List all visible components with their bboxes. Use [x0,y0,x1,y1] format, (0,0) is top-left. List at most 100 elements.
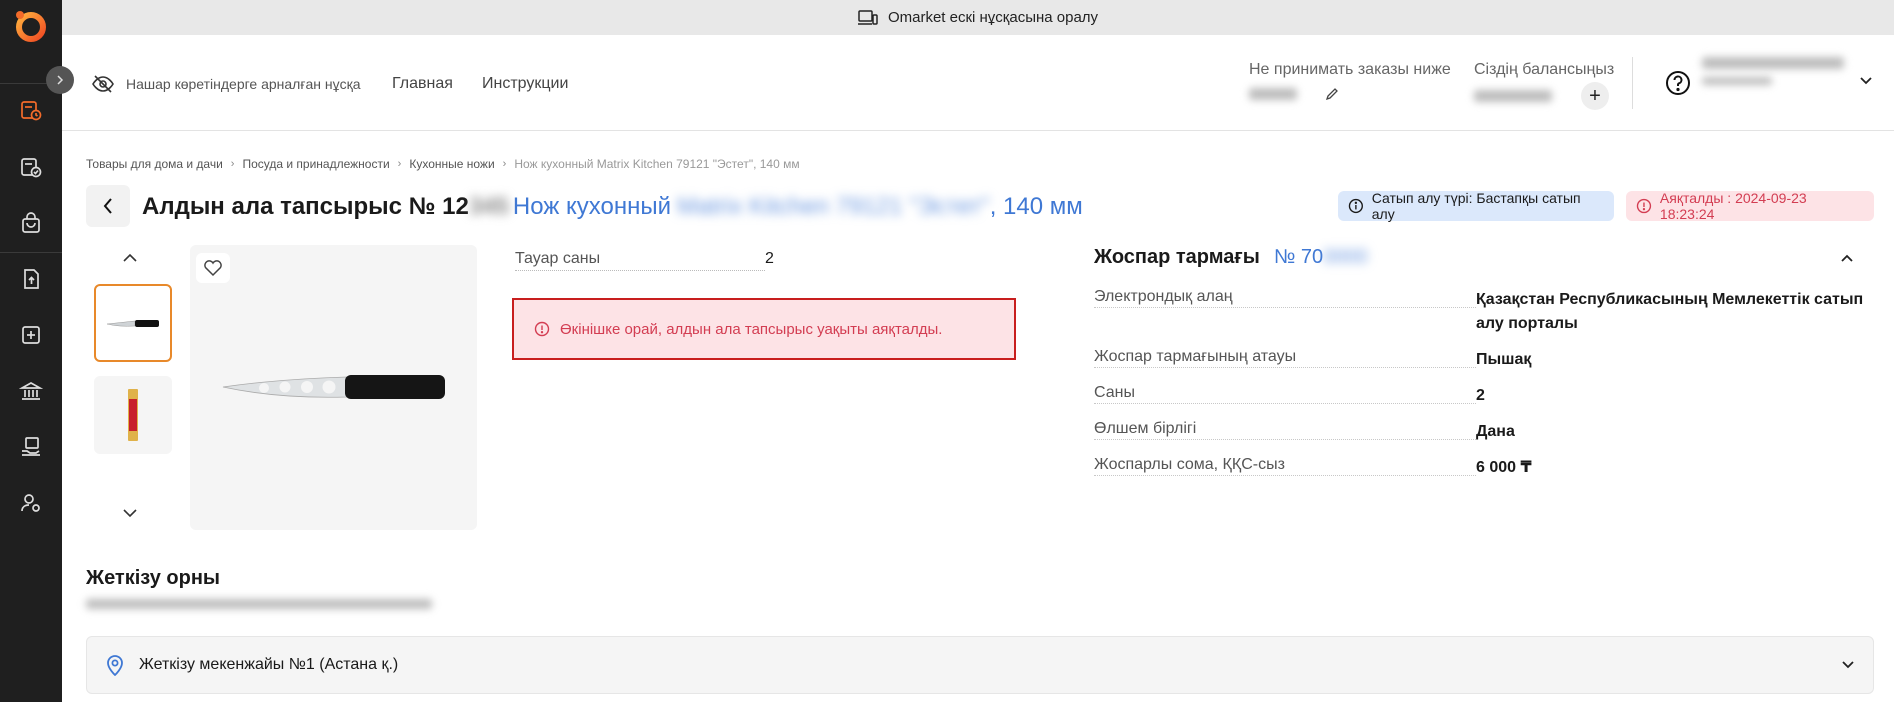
chevron-up-icon [123,253,137,262]
favorite-button[interactable] [196,253,230,283]
error-text: Өкінішке орай, алдын ала тапсырыс уақыты… [560,320,943,338]
plan-collapse-button[interactable] [1840,250,1854,268]
min-order-block: Не принимать заказы ниже [1249,61,1451,101]
sidebar-item-doc-upload[interactable] [17,265,45,293]
breadcrumb-separator-icon: › [397,158,402,170]
plan-row: Саны 2 [1094,384,1874,408]
bag-icon [22,212,40,233]
quantity-value: 2 [765,250,774,267]
sidebar-item-add[interactable] [17,321,45,349]
alert-icon [534,321,550,337]
info-icon [1348,198,1363,214]
sidebar-item-bag[interactable] [17,209,45,237]
plan-row: Өлшем бірлігі Дана [1094,420,1874,444]
eye-off-icon [92,75,114,93]
thumbnail-package[interactable] [94,376,172,454]
location-pin-icon [107,655,123,676]
breadcrumb-current: Нож кухонный Matrix Kitchen 79121 "Эстет… [514,157,800,171]
sidebar-item-delivery[interactable] [17,433,45,461]
accessibility-label[interactable]: Нашар көретіндерге арналған нұсқа [126,76,361,92]
plan-number-link[interactable]: № 700000 [1274,246,1368,269]
plan-section-title: Жоспар тармағы № 700000 [1094,246,1368,269]
orders-check-icon [21,158,42,178]
nav-link-home[interactable]: Главная [392,75,453,93]
min-order-label: Не принимать заказы ниже [1249,61,1451,78]
plan-row-value: 2 [1476,387,1485,404]
sidebar-expand-button[interactable] [46,66,74,94]
accessibility-toggle[interactable]: Нашар көретіндерге арналған нұсқа [92,75,361,93]
top-up-balance-button[interactable]: + [1581,82,1609,110]
balance-label: Сіздің балансыңыз [1474,61,1615,78]
devices-icon [857,9,878,25]
status-badge: Аяқталды : 2024-09-23 18:23:24 [1626,190,1874,222]
plan-row: Электрондық алаң Қазақстан Республикасын… [1094,288,1874,336]
plan-row-label: Жоспар тармағының атауы [1094,348,1476,368]
document-upload-icon [24,269,39,289]
heart-icon [204,260,222,277]
user-info-redacted[interactable] [1702,57,1844,85]
plan-row-label: Өлшем бірлігі [1094,420,1476,440]
add-document-icon [22,326,40,344]
alert-icon [1636,198,1652,214]
banner-text[interactable]: Omarket ескі нұсқасына оралу [888,9,1098,26]
knife-image [106,320,159,327]
header: Нашар көретіндерге арналған нұсқа Главна… [62,35,1894,131]
plan-row-label: Саны [1094,384,1476,404]
plan-row-value: Пышақ [1476,351,1532,368]
chevron-up-icon [1841,254,1853,262]
quantity-row: Тауар саны 2 [515,250,774,271]
chevron-left-icon [103,198,112,214]
purchase-type-text: Сатып алу түрі: Бастапқы сатып алу [1371,190,1581,222]
product-main-image[interactable] [190,245,477,530]
nav-link-instructions[interactable]: Инструкции [482,75,568,93]
breadcrumb: Товары для дома и дачи › Посуда и принадл… [86,157,800,171]
delivery-address-label[interactable]: Жеткізу мекенжайы №1 (Астана қ.) [139,656,398,674]
package-image [128,389,138,441]
delivery-hand-icon [22,437,40,456]
breadcrumb-item[interactable]: Товары для дома и дачи [86,157,223,171]
balance-value-redacted [1474,90,1552,102]
back-button[interactable] [86,185,130,227]
help-icon[interactable] [1665,70,1691,101]
chevron-down-icon [123,509,137,518]
plan-row: Жоспар тармағының атауы Пышақ [1094,348,1874,372]
plan-row: Жоспарлы сома, ҚҚС-сыз 6 000 ₸ [1094,456,1874,480]
breadcrumb-item[interactable]: Кухонные ножи [409,157,494,171]
pencil-icon[interactable] [1325,87,1339,101]
min-order-value-redacted [1249,88,1297,100]
sidebar [0,0,62,702]
sidebar-item-bank[interactable] [17,377,45,405]
delivery-section-title: Жеткізу орны [86,567,221,589]
user-menu-chevron-icon[interactable] [1859,73,1873,91]
status-text: Аяқталды : 2024-09-23 18:23:24 [1659,190,1807,222]
product-name-redacted[interactable]: Matrix Kitchen 79121 "Эстет" [677,193,990,221]
plan-title-text: Жоспар тармағы [1094,246,1260,268]
delivery-address-redacted [86,596,432,614]
orders-clock-icon [21,101,42,121]
chevron-down-icon[interactable] [1841,657,1855,675]
thumbnail-knife[interactable] [94,284,172,362]
page-title-prefix: Алдын ала тапсырыс № 12 [142,193,469,220]
old-version-banner[interactable]: Omarket ескі нұсқасына оралу [62,0,1894,35]
sidebar-item-orders-check[interactable] [17,153,45,181]
plan-row-value: 6 000 ₸ [1476,459,1532,476]
sidebar-item-user-settings[interactable] [17,489,45,517]
product-link[interactable]: Нож кухонный [513,193,671,221]
plan-row-value: Қазақстан Республикасының Мемлекеттік са… [1476,291,1864,332]
plan-row-value: Дана [1476,423,1515,440]
thumbnails-down-button[interactable] [122,505,138,523]
knife-image [222,374,445,399]
breadcrumb-item[interactable]: Посуда и принадлежности [242,157,389,171]
delivery-address-card[interactable]: Жеткізу мекенжайы №1 (Астана қ.) [86,636,1874,694]
purchase-type-badge: Сатып алу түрі: Бастапқы сатып алу [1338,190,1614,222]
thumbnails-up-button[interactable] [122,250,138,268]
header-divider [1632,57,1633,109]
omarket-logo[interactable] [12,7,48,43]
sidebar-item-orders-clock[interactable] [17,96,45,124]
product-link-suffix[interactable]: , 140 мм [990,193,1083,221]
plan-row-label: Жоспарлы сома, ҚҚС-сыз [1094,456,1476,476]
order-number-redacted: 345 [468,193,509,220]
breadcrumb-separator-icon: › [230,158,235,170]
error-message: Өкінішке орай, алдын ала тапсырыс уақыты… [512,298,1016,360]
user-settings-icon [21,494,40,512]
